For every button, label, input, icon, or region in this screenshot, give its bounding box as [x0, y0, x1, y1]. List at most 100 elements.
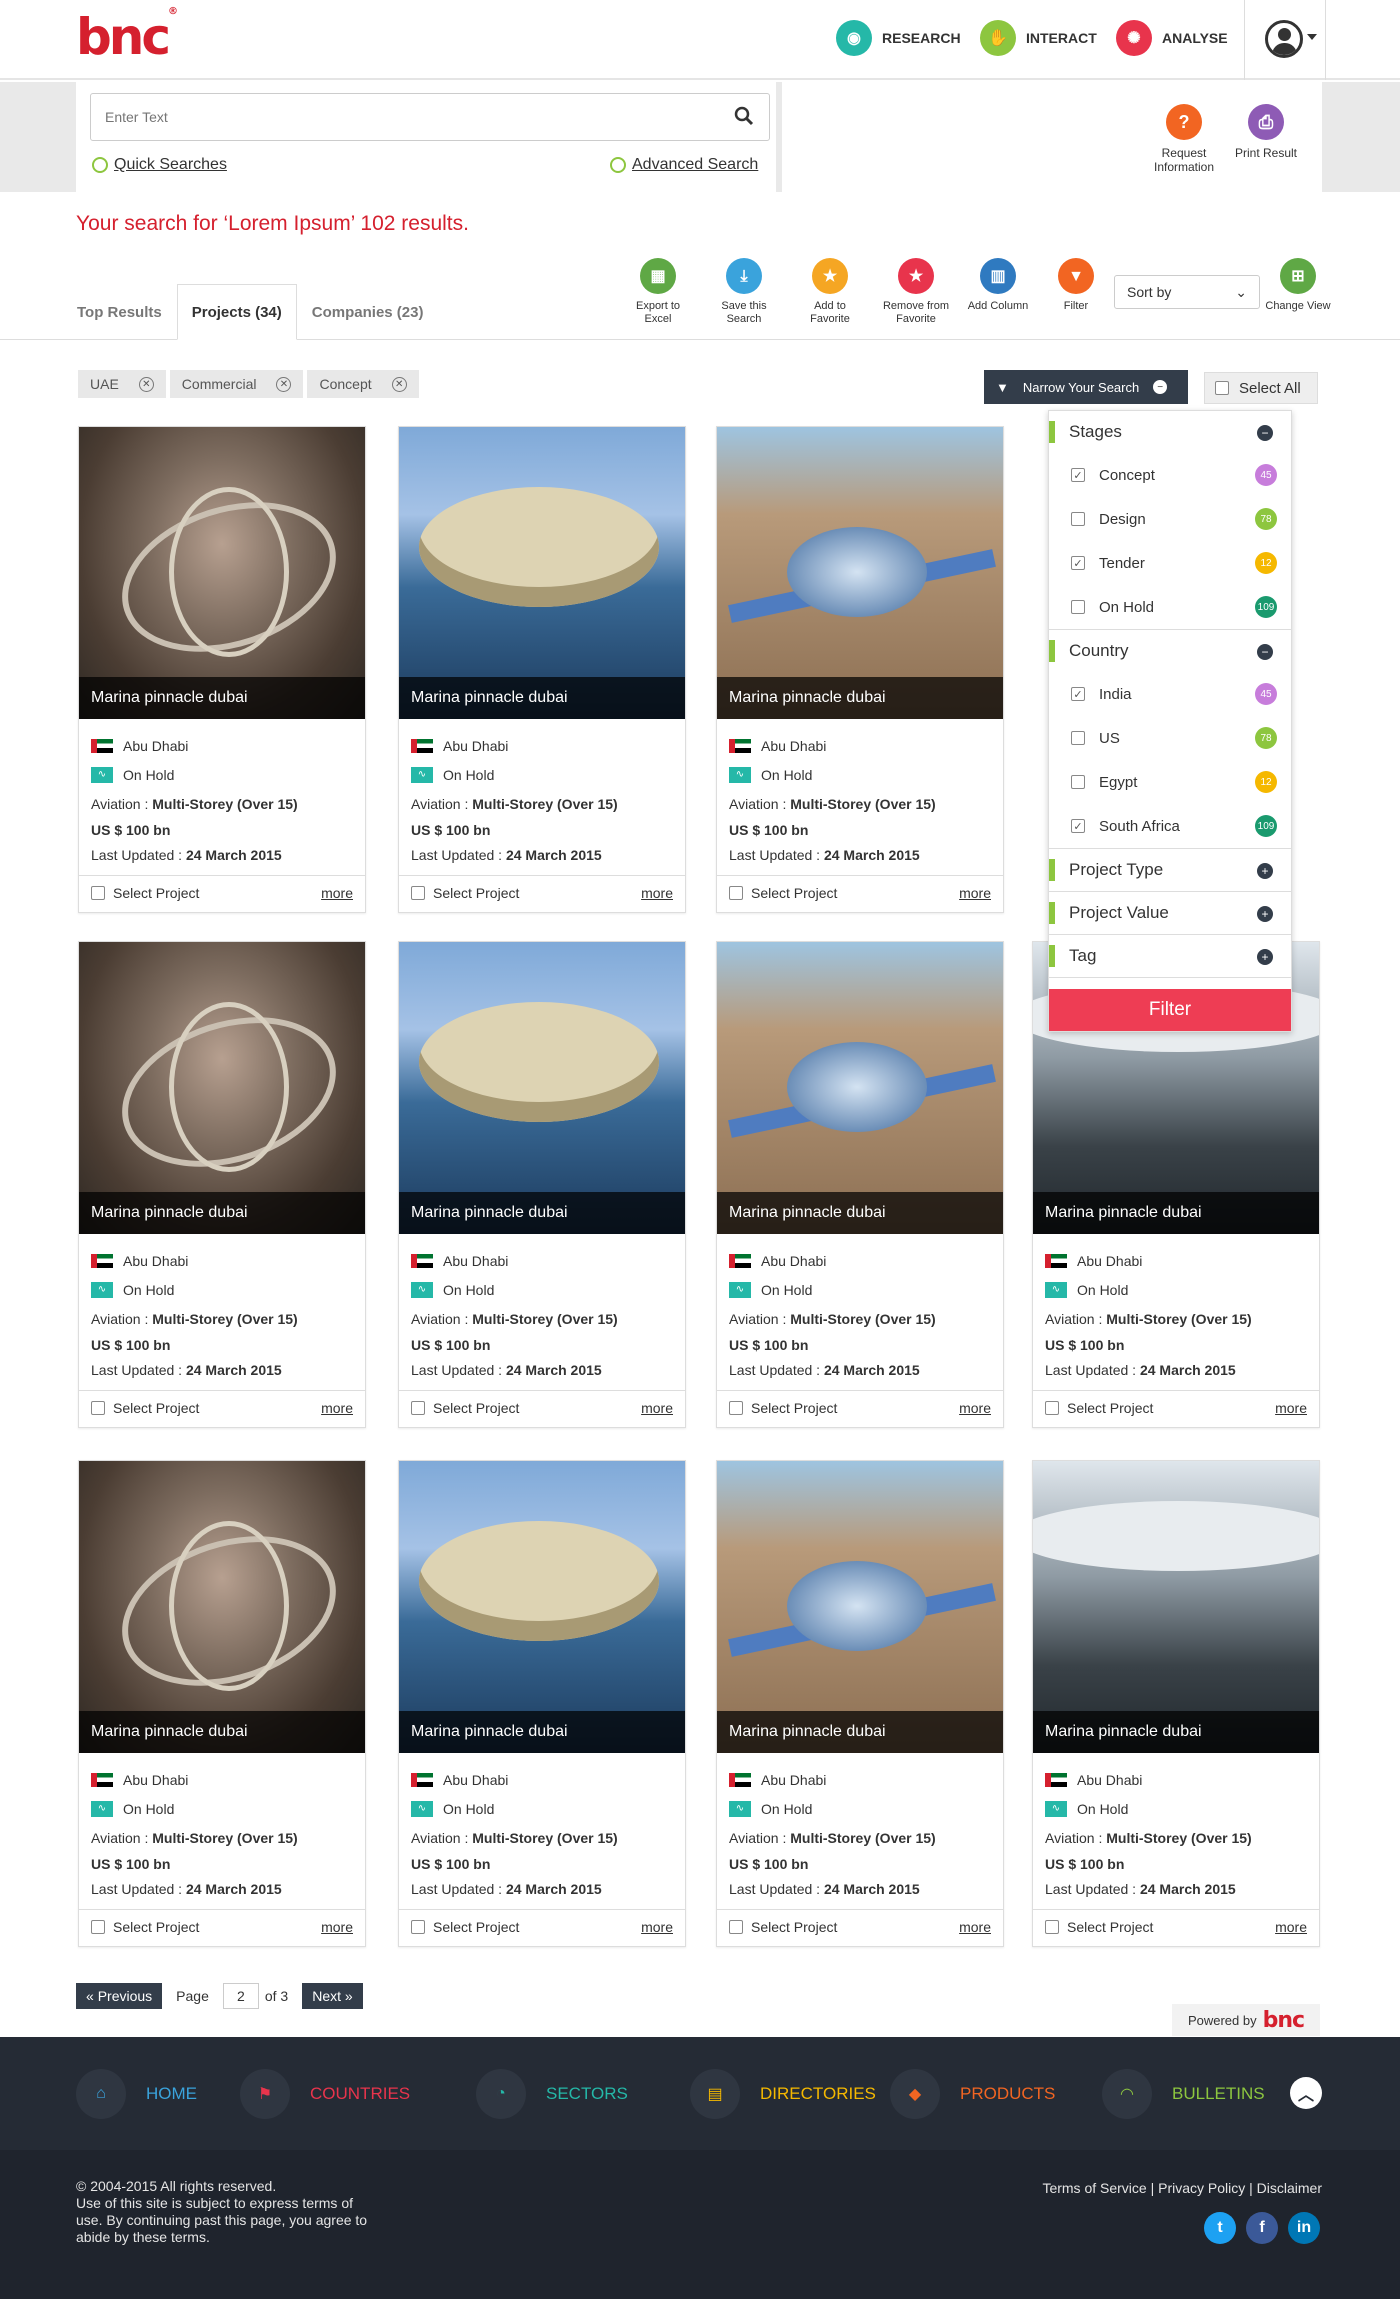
close-icon[interactable]: ✕: [138, 376, 154, 392]
select-project-checkbox[interactable]: [411, 1401, 425, 1415]
search-icon[interactable]: [733, 105, 755, 127]
filter-section-project-value[interactable]: Project Value +: [1049, 892, 1291, 934]
user-menu[interactable]: [1244, 0, 1326, 80]
print-result-button[interactable]: ⎙ Print Result: [1226, 104, 1306, 160]
more-link[interactable]: more: [1275, 1400, 1307, 1416]
project-card[interactable]: Marina pinnacle dubai Abu Dhabi ∿ On Hold Av…: [78, 426, 366, 913]
filter-checkbox[interactable]: ✓: [1071, 556, 1085, 570]
project-image[interactable]: Marina pinnacle dubai: [717, 427, 1003, 719]
more-link[interactable]: more: [321, 1400, 353, 1416]
apply-filter-button[interactable]: Filter: [1049, 989, 1291, 1031]
footer-nav-bulletins[interactable]: ◠ BULLETINS: [1102, 2069, 1265, 2119]
project-card[interactable]: Marina pinnacle dubai Abu Dhabi ∿ On Hold Av…: [398, 1460, 686, 1947]
more-link[interactable]: more: [959, 885, 991, 901]
project-image[interactable]: Marina pinnacle dubai: [79, 942, 365, 1234]
more-link[interactable]: more: [641, 885, 673, 901]
select-all[interactable]: Select All: [1204, 372, 1318, 404]
filter-section-stages[interactable]: Stages −: [1049, 411, 1291, 453]
filter-checkbox[interactable]: [1071, 512, 1085, 526]
filter-option[interactable]: Egypt 12: [1049, 760, 1291, 804]
filter-option[interactable]: Design 78: [1049, 497, 1291, 541]
select-project[interactable]: Select Project: [411, 885, 519, 901]
filter-section-project-type[interactable]: Project Type +: [1049, 849, 1291, 891]
next-button[interactable]: Next »: [302, 1983, 363, 2009]
expand-icon[interactable]: +: [1257, 863, 1273, 879]
select-project[interactable]: Select Project: [729, 1919, 837, 1935]
project-title[interactable]: Marina pinnacle dubai: [399, 1711, 685, 1753]
filter-section-country[interactable]: Country −: [1049, 630, 1291, 672]
project-title[interactable]: Marina pinnacle dubai: [79, 677, 365, 719]
close-icon[interactable]: ✕: [276, 376, 292, 392]
select-project-checkbox[interactable]: [1045, 1920, 1059, 1934]
project-card[interactable]: Marina pinnacle dubai Abu Dhabi ∿ On Hold Av…: [78, 1460, 366, 1947]
expand-icon[interactable]: +: [1257, 949, 1273, 965]
tab-projects[interactable]: Projects (34): [176, 284, 297, 340]
filter-checkbox[interactable]: ✓: [1071, 468, 1085, 482]
tab-companies[interactable]: Companies (23): [297, 284, 439, 340]
previous-button[interactable]: « Previous: [76, 1983, 163, 2009]
twitter-icon[interactable]: t: [1204, 2212, 1236, 2244]
nav-research[interactable]: ◉ RESEARCH: [836, 20, 961, 56]
project-image[interactable]: Marina pinnacle dubai: [79, 427, 365, 719]
narrow-search-button[interactable]: ▼ Narrow Your Search −: [984, 370, 1188, 404]
project-title[interactable]: Marina pinnacle dubai: [717, 1192, 1003, 1234]
select-project[interactable]: Select Project: [1045, 1400, 1153, 1416]
more-link[interactable]: more: [641, 1400, 673, 1416]
facebook-icon[interactable]: f: [1246, 2212, 1278, 2244]
collapse-icon[interactable]: −: [1257, 644, 1273, 660]
project-card[interactable]: Marina pinnacle dubai Abu Dhabi ∿ On Hold Av…: [716, 1460, 1004, 1947]
change-view-button[interactable]: ⊞ Change View: [1262, 258, 1334, 313]
more-link[interactable]: more: [321, 1919, 353, 1935]
save-search-button[interactable]: ⤓ Save this Search: [708, 258, 780, 326]
project-title[interactable]: Marina pinnacle dubai: [399, 677, 685, 719]
select-project[interactable]: Select Project: [729, 885, 837, 901]
sort-by-select[interactable]: Sort by ⌄: [1114, 275, 1260, 309]
quick-searches-link[interactable]: Quick Searches: [92, 156, 227, 174]
filter-section-tag[interactable]: Tag +: [1049, 935, 1291, 977]
project-image[interactable]: Marina pinnacle dubai: [1033, 1461, 1319, 1753]
tab-top-results[interactable]: Top Results: [62, 284, 177, 340]
project-title[interactable]: Marina pinnacle dubai: [399, 1192, 685, 1234]
project-title[interactable]: Marina pinnacle dubai: [717, 677, 1003, 719]
project-card[interactable]: Marina pinnacle dubai Abu Dhabi ∿ On Hold Av…: [1032, 1460, 1320, 1947]
select-project-checkbox[interactable]: [729, 886, 743, 900]
select-project-checkbox[interactable]: [1045, 1401, 1059, 1415]
more-link[interactable]: more: [959, 1400, 991, 1416]
filter-option[interactable]: ✓ India 45: [1049, 672, 1291, 716]
project-card[interactable]: Marina pinnacle dubai Abu Dhabi ∿ On Hold Av…: [78, 941, 366, 1428]
more-link[interactable]: more: [321, 885, 353, 901]
filter-checkbox[interactable]: [1071, 775, 1085, 789]
project-title[interactable]: Marina pinnacle dubai: [79, 1711, 365, 1753]
add-column-button[interactable]: ▥ Add Column: [962, 258, 1034, 313]
filter-option[interactable]: ✓ South Africa 109: [1049, 804, 1291, 848]
advanced-search-link[interactable]: Advanced Search: [610, 156, 758, 174]
export-excel-button[interactable]: ▦ Export to Excel: [622, 258, 694, 326]
project-image[interactable]: Marina pinnacle dubai: [399, 1461, 685, 1753]
project-title[interactable]: Marina pinnacle dubai: [79, 1192, 365, 1234]
project-image[interactable]: Marina pinnacle dubai: [79, 1461, 365, 1753]
select-project[interactable]: Select Project: [91, 1400, 199, 1416]
add-favorite-button[interactable]: ★ Add to Favorite: [794, 258, 866, 326]
filter-checkbox[interactable]: [1071, 600, 1085, 614]
select-project-checkbox[interactable]: [411, 886, 425, 900]
select-project-checkbox[interactable]: [729, 1401, 743, 1415]
more-link[interactable]: more: [1275, 1919, 1307, 1935]
search-input[interactable]: [90, 93, 770, 141]
footer-nav-directories[interactable]: ▤ DIRECTORIES: [690, 2069, 876, 2119]
project-image[interactable]: Marina pinnacle dubai: [399, 942, 685, 1234]
request-information-button[interactable]: ? Request Information: [1144, 104, 1224, 174]
remove-favorite-button[interactable]: ★ Remove from Favorite: [880, 258, 952, 326]
filter-option[interactable]: ✓ Concept 45: [1049, 453, 1291, 497]
nav-interact[interactable]: ✋ INTERACT: [980, 20, 1097, 56]
project-card[interactable]: Marina pinnacle dubai Abu Dhabi ∿ On Hold Av…: [398, 941, 686, 1428]
filter-option[interactable]: ✓ Tender 12: [1049, 541, 1291, 585]
expand-icon[interactable]: +: [1257, 906, 1273, 922]
select-project-checkbox[interactable]: [91, 1920, 105, 1934]
project-image[interactable]: Marina pinnacle dubai: [717, 942, 1003, 1234]
project-title[interactable]: Marina pinnacle dubai: [1033, 1192, 1319, 1234]
filter-button[interactable]: ▼ Filter: [1040, 258, 1112, 313]
select-project-checkbox[interactable]: [91, 1401, 105, 1415]
project-card[interactable]: Marina pinnacle dubai Abu Dhabi ∿ On Hold Av…: [716, 426, 1004, 913]
select-project[interactable]: Select Project: [1045, 1919, 1153, 1935]
scroll-top-button[interactable]: ︿: [1290, 2077, 1322, 2109]
